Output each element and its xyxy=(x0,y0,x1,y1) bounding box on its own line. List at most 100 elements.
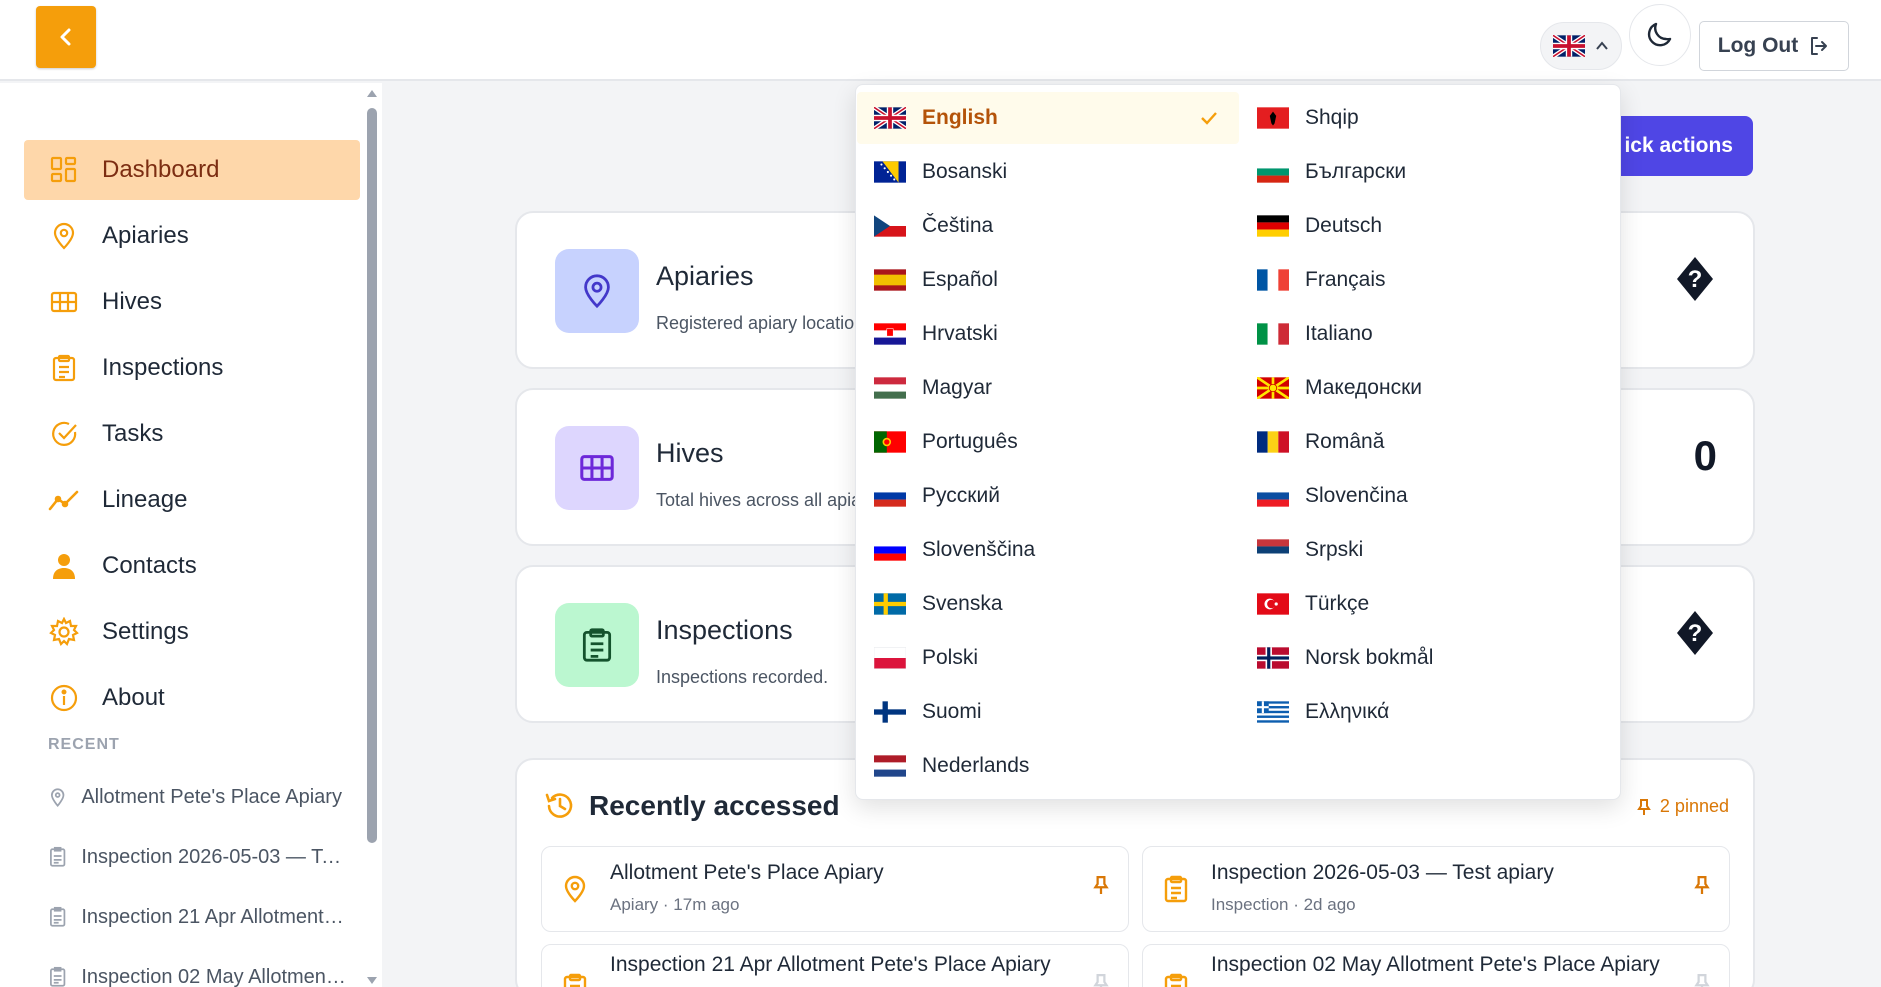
location-pin-icon xyxy=(50,788,65,808)
language-option-slovencina[interactable]: Slovenčina xyxy=(1240,470,1622,522)
netherlands-flag-icon xyxy=(874,755,906,777)
pin-icon[interactable] xyxy=(1693,971,1711,987)
logout-button[interactable]: Log Out xyxy=(1699,21,1849,71)
language-label: Македонски xyxy=(1305,376,1422,399)
language-option-romana[interactable]: Română xyxy=(1240,416,1622,468)
recent-item[interactable]: Allotment Pete's Place Apiary xyxy=(48,777,348,817)
sidebar-item-tasks[interactable]: Tasks xyxy=(24,404,360,464)
croatia-flag-icon xyxy=(874,323,906,345)
finland-flag-icon xyxy=(874,701,906,723)
greece-flag-icon xyxy=(1257,701,1289,723)
stat-description: Inspections recorded. xyxy=(656,667,829,687)
russia-flag-icon xyxy=(874,485,906,507)
pin-icon[interactable] xyxy=(1693,873,1711,897)
sidebar-item-label: Settings xyxy=(102,618,189,645)
stat-icon-container xyxy=(555,603,639,687)
uk-flag-icon xyxy=(874,107,906,129)
recent-access-item[interactable]: Inspection 2026-05-03 — Test apiary Insp… xyxy=(1142,846,1730,932)
language-label: Ελληνικά xyxy=(1305,700,1390,723)
recent-item-label: Inspection 2026-05-03 — Test apiary xyxy=(81,845,348,868)
sidebar-item-lineage[interactable]: Lineage xyxy=(24,470,360,530)
language-option-francais[interactable]: Français xyxy=(1240,254,1622,306)
language-option-cestina[interactable]: Čeština xyxy=(857,200,1239,252)
sidebar-item-about[interactable]: About xyxy=(24,668,360,728)
language-option-english[interactable]: English xyxy=(857,92,1239,144)
clipboard-icon xyxy=(1164,875,1188,903)
sidebar-item-contacts[interactable]: Contacts xyxy=(24,536,360,596)
sidebar-item-settings[interactable]: Settings xyxy=(24,602,360,662)
czech-flag-icon xyxy=(874,215,906,237)
language-option-polski[interactable]: Polski xyxy=(857,632,1239,684)
sidebar-scrollbar[interactable] xyxy=(364,86,378,986)
language-option-hrvatski[interactable]: Hrvatski xyxy=(857,308,1239,360)
language-label: Srpski xyxy=(1305,538,1364,561)
sidebar-item-label: Apiaries xyxy=(102,222,189,249)
recent-access-title: Allotment Pete's Place Apiary xyxy=(610,861,884,884)
recent-access-item[interactable]: Inspection 02 May Allotment Pete's Place… xyxy=(1142,944,1730,987)
sidebar-item-inspections[interactable]: Inspections xyxy=(24,338,360,398)
stat-description: Registered apiary locatio xyxy=(656,313,855,333)
stat-title: Hives xyxy=(656,438,724,468)
recent-access-item[interactable]: Inspection 21 Apr Allotment Pete's Place… xyxy=(541,944,1129,987)
scroll-thumb[interactable] xyxy=(367,108,377,843)
language-option-italiano[interactable]: Italiano xyxy=(1240,308,1622,360)
language-option-slovenscina[interactable]: Slovenščina xyxy=(857,524,1239,576)
moon-icon xyxy=(1647,22,1672,47)
recent-access-title: Inspection 02 May Allotment Pete's Place… xyxy=(1211,953,1660,976)
theme-toggle-button[interactable] xyxy=(1629,4,1691,66)
language-label: Български xyxy=(1305,160,1407,183)
language-option-bosanski[interactable]: Bosanski xyxy=(857,146,1239,198)
sidebar-item-label: About xyxy=(102,684,165,711)
stat-title: Inspections xyxy=(656,615,793,645)
clipboard-icon xyxy=(50,966,66,987)
hive-grid-icon xyxy=(48,286,80,318)
recent-item[interactable]: Inspection 02 May Allotment Pete's Place… xyxy=(48,957,348,987)
language-option-portugues[interactable]: Português xyxy=(857,416,1239,468)
sidebar-item-apiaries[interactable]: Apiaries xyxy=(24,206,360,266)
germany-flag-icon xyxy=(1257,215,1289,237)
slovenia-flag-icon xyxy=(874,539,906,561)
sidebar: Dashboard Apiaries Hives Inspections Tas… xyxy=(0,83,382,987)
hive-grid-icon xyxy=(580,455,614,481)
pin-icon[interactable] xyxy=(1092,873,1110,897)
language-option-russkiy[interactable]: Русский xyxy=(857,470,1239,522)
recent-item[interactable]: Inspection 2026-05-03 — Test apiary xyxy=(48,837,348,877)
language-label: Español xyxy=(922,268,998,291)
language-option-norsk[interactable]: Norsk bokmål xyxy=(1240,632,1622,684)
pinned-count[interactable]: 2 pinned xyxy=(1636,796,1729,817)
logout-label: Log Out xyxy=(1717,34,1799,57)
stat-value: 0 xyxy=(1693,432,1717,479)
recently-accessed-title: Recently accessed xyxy=(589,790,840,821)
back-button[interactable] xyxy=(36,6,96,68)
recent-access-item[interactable]: Allotment Pete's Place Apiary Apiary · 1… xyxy=(541,846,1129,932)
language-option-turkce[interactable]: Türkçe xyxy=(1240,578,1622,630)
stat-icon-container xyxy=(555,249,639,333)
language-option-magyar[interactable]: Magyar xyxy=(857,362,1239,414)
sidebar-item-label: Inspections xyxy=(102,354,224,381)
language-selector-button[interactable] xyxy=(1540,22,1622,70)
language-option-shqip[interactable]: Shqip xyxy=(1240,92,1622,144)
recent-heading: RECENT xyxy=(48,736,120,753)
language-option-espanol[interactable]: Español xyxy=(857,254,1239,306)
language-label: Português xyxy=(922,430,1018,453)
language-label: Svenska xyxy=(922,592,1003,615)
language-option-makedonski[interactable]: Македонски xyxy=(1240,362,1622,414)
language-option-suomi[interactable]: Suomi xyxy=(857,686,1239,738)
sidebar-item-dashboard[interactable]: Dashboard xyxy=(24,140,360,200)
language-option-balgarski[interactable]: Български xyxy=(1240,146,1622,198)
language-option-srpski[interactable]: Srpski xyxy=(1240,524,1622,576)
recent-item[interactable]: Inspection 21 Apr Allotment Pete's Place… xyxy=(48,897,348,937)
language-label: Slovenščina xyxy=(922,538,1036,561)
sidebar-item-hives[interactable]: Hives xyxy=(24,272,360,332)
bulgaria-flag-icon xyxy=(1257,161,1289,183)
language-option-deutsch[interactable]: Deutsch xyxy=(1240,200,1622,252)
romania-flag-icon xyxy=(1257,431,1289,453)
language-option-svenska[interactable]: Svenska xyxy=(857,578,1239,630)
clipboard-icon xyxy=(582,628,612,662)
language-option-nederlands[interactable]: Nederlands xyxy=(857,740,1239,792)
svg-text:?: ? xyxy=(1688,266,1703,293)
language-label: Italiano xyxy=(1305,322,1373,345)
language-option-ellinika[interactable]: Ελληνικά xyxy=(1240,686,1622,738)
pin-icon[interactable] xyxy=(1092,971,1110,987)
language-label: Magyar xyxy=(922,376,993,399)
